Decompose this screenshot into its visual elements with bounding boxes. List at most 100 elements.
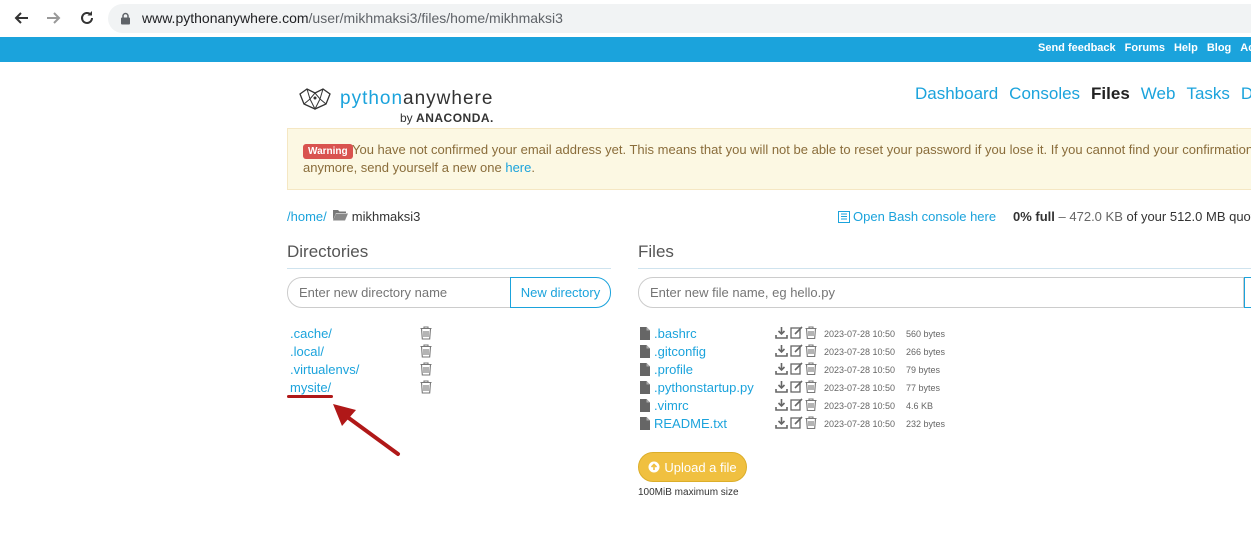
warning-text: You have not confirmed your email addres… [352,142,1251,157]
nav-consoles[interactable]: Consoles [1009,84,1080,103]
edit-icon[interactable] [790,398,803,414]
list-item: .cache/ [287,326,447,344]
directory-link[interactable]: mysite/ [290,380,331,395]
file-date: 2023-07-28 10:50 [824,383,896,393]
main-nav: Dashboard Consoles Files Web Tasks Da [915,84,1251,104]
trash-icon[interactable] [805,326,817,342]
file-link[interactable]: .vimrc [654,398,689,413]
file-link[interactable]: README.txt [654,416,727,431]
trash-icon[interactable] [805,416,817,432]
address-bar[interactable]: www.pythonanywhere.com/user/mikhmaksi3/f… [108,4,1251,33]
list-item: .profile 2023-07-28 10:50 79 bytes [638,362,968,380]
trash-icon[interactable] [805,344,817,360]
annotation-arrow-icon [333,404,400,456]
resend-confirmation-link[interactable]: here [505,160,531,175]
send-feedback-link[interactable]: Send feedback [1038,42,1116,54]
upload-file-button[interactable]: Upload a file [638,452,747,482]
file-size: 77 bytes [906,383,941,393]
file-size: 266 bytes [906,347,946,357]
download-icon[interactable] [775,416,788,432]
download-icon[interactable] [775,362,788,378]
new-directory-input[interactable] [287,277,511,308]
forward-arrow-icon[interactable] [42,6,66,30]
upload-size-note: 100MiB maximum size [638,487,739,498]
file-icon [640,363,650,379]
logo-snake-icon [297,86,333,117]
nav-dashboard[interactable]: Dashboard [915,84,998,103]
logo-byline: by ANACONDA. [400,111,494,125]
list-item: .local/ [287,344,447,362]
file-link[interactable]: .profile [654,362,693,377]
directory-link[interactable]: .cache/ [290,326,332,341]
trash-icon[interactable] [420,380,432,397]
download-icon[interactable] [775,398,788,414]
trash-icon[interactable] [420,326,432,343]
directories-heading: Directories [287,242,611,269]
file-date: 2023-07-28 10:50 [824,347,896,357]
edit-icon[interactable] [790,416,803,432]
list-item: .bashrc 2023-07-28 10:50 560 bytes [638,326,968,344]
forums-link[interactable]: Forums [1125,42,1165,54]
file-icon [640,417,650,433]
breadcrumb-current: mikhmaksi3 [351,209,421,224]
file-link[interactable]: .pythonstartup.py [654,380,754,395]
new-file-input[interactable] [638,277,1244,308]
edit-icon[interactable] [790,326,803,342]
top-links: Send feedback Forums Help Blog Acco [1038,42,1251,54]
trash-icon[interactable] [805,362,817,378]
pythonanywhere-logo[interactable]: pythonanywhere by ANACONDA. [297,84,507,128]
breadcrumb-home[interactable]: /home/ [287,209,327,224]
top-bar: Send feedback Forums Help Blog Acco [0,37,1251,62]
file-icon [640,381,650,397]
new-directory-button[interactable]: New directory [510,277,611,308]
download-icon[interactable] [775,326,788,342]
trash-icon[interactable] [420,344,432,361]
file-date: 2023-07-28 10:50 [824,401,896,411]
download-icon[interactable] [775,344,788,360]
url-text: www.pythonanywhere.com/user/mikhmaksi3/f… [142,10,563,26]
file-link[interactable]: .bashrc [654,326,697,341]
nav-files[interactable]: Files [1091,84,1130,103]
edit-icon[interactable] [790,380,803,396]
account-link[interactable]: Acco [1240,42,1251,54]
files-heading: Files [638,242,1251,269]
trash-icon[interactable] [420,362,432,379]
list-item: .gitconfig 2023-07-28 10:50 266 bytes [638,344,968,362]
trash-icon[interactable] [805,398,817,414]
help-link[interactable]: Help [1174,42,1198,54]
file-size: 4.6 KB [906,401,934,411]
file-icon [640,399,650,415]
folder-open-icon [332,209,348,224]
nav-databases[interactable]: Da [1241,84,1251,103]
browser-toolbar: www.pythonanywhere.com/user/mikhmaksi3/f… [0,0,1251,37]
nav-tasks[interactable]: Tasks [1186,84,1229,103]
back-arrow-icon[interactable] [9,6,33,30]
directory-link[interactable]: .local/ [290,344,324,359]
lock-icon [120,12,131,30]
file-icon [640,345,650,361]
directory-link[interactable]: .virtualenvs/ [290,362,359,377]
open-bash-console-link[interactable]: Open Bash console here [838,209,996,224]
console-icon [838,210,850,223]
file-link[interactable]: .gitconfig [654,344,706,359]
file-size: 79 bytes [906,365,941,375]
file-date: 2023-07-28 10:50 [824,329,896,339]
file-date: 2023-07-28 10:50 [824,365,896,375]
list-item: .virtualenvs/ [287,362,447,380]
blog-link[interactable]: Blog [1207,42,1231,54]
edit-icon[interactable] [790,362,803,378]
file-size: 232 bytes [906,419,946,429]
new-file-button[interactable] [1244,277,1251,308]
download-icon[interactable] [775,380,788,396]
trash-icon[interactable] [805,380,817,396]
warning-badge: Warning [303,144,353,159]
edit-icon[interactable] [790,344,803,360]
reload-icon[interactable] [75,6,99,30]
warning-text-2: anymore, send yourself a new one here. [303,160,535,175]
email-warning-box: Warning You have not confirmed your emai… [287,128,1251,190]
list-item: .pythonstartup.py 2023-07-28 10:50 77 by… [638,380,968,398]
file-size: 560 bytes [906,329,946,339]
nav-web[interactable]: Web [1141,84,1176,103]
file-icon [640,327,650,343]
logo-wordmark: pythonanywhere [340,88,494,109]
